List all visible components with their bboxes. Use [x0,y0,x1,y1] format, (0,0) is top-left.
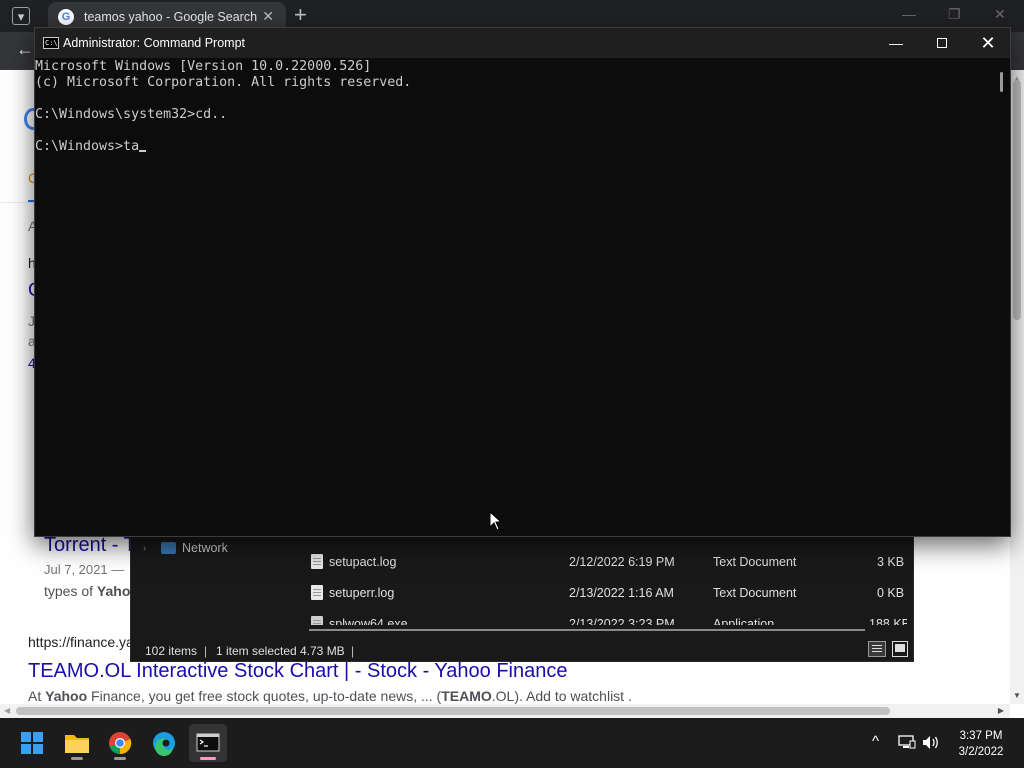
browser-restore-icon[interactable]: ❐ [948,6,961,23]
back-arrow-icon[interactable]: ← [16,39,34,60]
file-size: 0 KB [877,586,905,600]
close-icon[interactable]: ✕ [965,32,1011,54]
system-clock[interactable]: 3:37 PM 3/2/2022 [950,728,1012,760]
file-size: 188 KB [869,617,907,625]
text-file-icon [311,554,323,569]
start-button[interactable] [13,724,51,762]
taskbar: ^ 3:37 PM 3/2/2022 [0,718,1024,768]
close-tab-icon[interactable]: ✕ [262,8,274,25]
cmd-title-bar[interactable]: C:\ Administrator: Command Prompt — ✕ [35,28,1010,58]
file-explorer-window: › Network setupact.log 2/12/2022 6:19 PM… [130,536,914,662]
file-name: setupact.log [329,555,397,569]
console-line: C:\Windows\system32>cd.. [35,107,228,122]
file-type: Text Document [713,586,797,600]
nav-item-network[interactable]: Network [182,541,228,555]
google-favicon-icon: G [58,9,74,25]
console-current-input: C:\Windows>ta [35,139,140,154]
scroll-left-arrow-icon[interactable]: ◀ [4,706,10,715]
scroll-down-arrow-icon[interactable]: ▼ [1013,691,1021,700]
clock-date: 3/2/2022 [958,746,1004,758]
file-list: setupact.log 2/12/2022 6:19 PM Text Docu… [291,537,907,625]
file-row[interactable]: splwow64.exe 2/13/2022 3:23 PM Applicati… [291,609,907,625]
browser-minimize-icon[interactable]: — [902,6,916,22]
cmd-app-icon[interactable]: C:\ [43,37,59,49]
network-status-icon[interactable] [898,735,916,754]
clock-time: 3:37 PM [959,730,1003,742]
command-prompt-taskbar-button[interactable] [189,724,227,762]
console-line: Microsoft Windows [Version 10.0.22000.52… [35,59,372,74]
tab-search-icon[interactable]: ▾ [12,7,30,25]
file-size: 3 KB [877,555,905,569]
network-icon [161,542,176,554]
status-separator: | [204,644,208,658]
cmd-scrollbar-thumb[interactable] [1000,72,1003,92]
active-window-indicator [200,757,216,760]
windows-logo-icon [21,732,43,754]
edge-icon [153,732,175,757]
text-cursor [139,150,147,152]
file-type: Application [713,617,775,625]
finance-result-title-link[interactable]: TEAMO.OL Interactive Stock Chart | - Sto… [28,660,567,683]
page-horizontal-scrollbar[interactable]: ◀ ▶ [0,704,1010,718]
item-count: 102 items [145,644,198,658]
running-indicator [114,757,126,760]
file-date: 2/13/2022 3:23 PM [569,617,675,625]
file-name: setuperr.log [329,586,395,600]
file-type: Text Document [713,555,797,569]
console-output[interactable]: Microsoft Windows [Version 10.0.22000.52… [35,58,995,536]
maximize-icon[interactable] [919,32,965,54]
file-row[interactable]: setupact.log 2/12/2022 6:19 PM Text Docu… [291,547,907,577]
explorer-status-bar: 102 items | 1 item selected 4.73 MB | [131,637,915,661]
navigation-pane: › Network [131,537,289,625]
torrent-result-snippet: types of Yaho [44,583,131,599]
vertical-scroll-thumb[interactable] [1013,80,1021,320]
finance-result-url[interactable]: https://finance.ya [28,634,134,650]
volume-icon[interactable] [922,735,940,754]
file-name: splwow64.exe [329,617,408,625]
cmd-window-title: Administrator: Command Prompt [63,36,246,50]
large-icons-view-icon[interactable] [892,641,908,657]
scroll-right-arrow-icon[interactable]: ▶ [998,706,1004,715]
horizontal-scroll-thumb[interactable] [16,707,890,715]
browser-tab-title: teamos yahoo - Google Search [84,10,258,24]
file-row[interactable]: setuperr.log 2/13/2022 1:16 AM Text Docu… [291,578,907,608]
torrent-result-date: Jul 7, 2021 — [44,562,125,577]
expand-chevron-icon[interactable]: › [143,543,146,554]
command-prompt-window[interactable]: C:\ Administrator: Command Prompt — ✕ Mi… [34,27,1011,537]
desktop: ▾ G teamos yahoo - Google Search ✕ + — ❐… [0,0,1024,768]
file-list-horizontal-scrollbar[interactable] [309,629,865,631]
details-view-icon[interactable] [868,641,886,657]
chrome-taskbar-button[interactable] [101,724,139,762]
minimize-icon[interactable]: — [873,32,919,54]
console-input-line[interactable]: C:\Windows>ta [35,139,995,155]
running-indicator [71,757,83,760]
show-hidden-icons-chevron-icon[interactable]: ^ [872,733,879,750]
console-line: (c) Microsoft Corporation. All rights re… [35,75,412,90]
new-tab-button[interactable]: + [294,4,307,26]
application-file-icon [311,616,323,625]
status-separator: | [351,644,355,658]
page-vertical-scrollbar[interactable]: ▲ ▼ [1010,70,1024,704]
selected-size: 4.73 MB [300,644,345,658]
selected-count: 1 item selected [216,644,297,658]
file-date: 2/12/2022 6:19 PM [569,555,675,569]
text-file-icon [311,585,323,600]
torrent-result-title-link[interactable]: Torrent - T [44,534,136,557]
file-date: 2/13/2022 1:16 AM [569,586,674,600]
file-explorer-taskbar-button[interactable] [58,724,96,762]
browser-close-icon[interactable]: ✕ [994,6,1006,23]
finance-result-snippet: At Yahoo Finance, you get free stock quo… [28,688,632,704]
edge-taskbar-button[interactable] [145,724,183,762]
